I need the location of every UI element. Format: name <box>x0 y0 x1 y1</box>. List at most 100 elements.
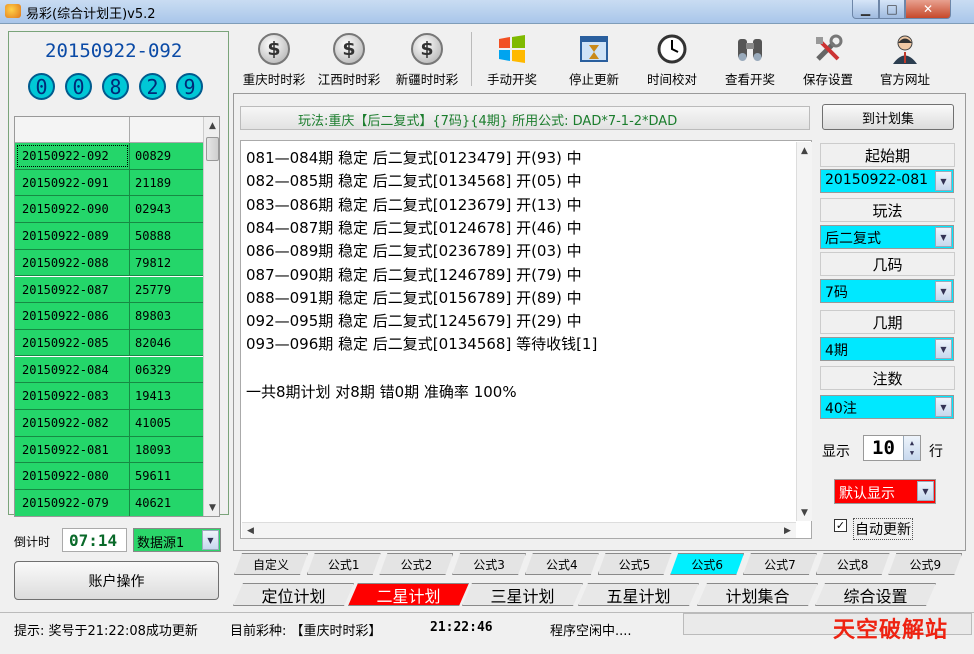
formula-tab[interactable]: 公式3 <box>452 553 526 575</box>
scroll-down-icon[interactable]: ▼ <box>797 504 812 521</box>
play-type-select[interactable]: 后二复式 ▼ <box>820 225 954 249</box>
scroll-right-icon[interactable]: ▶ <box>779 523 796 538</box>
chevron-down-icon[interactable]: ▼ <box>935 339 952 359</box>
main-tab[interactable]: 五星计划 <box>578 583 699 606</box>
formula-tab[interactable]: 公式5 <box>598 553 672 575</box>
chevron-down-icon[interactable]: ▼ <box>202 530 219 550</box>
account-button[interactable]: 账户操作 <box>14 561 219 600</box>
chevron-down-icon[interactable]: ▼ <box>935 171 952 191</box>
periods-select[interactable]: 4期 ▼ <box>820 337 954 361</box>
start-period-select[interactable]: 20150922-081 ▼ <box>820 169 954 193</box>
maximize-button[interactable]: □ <box>879 0 905 19</box>
scroll-down-icon[interactable]: ▼ <box>204 499 219 516</box>
plan-result-line: 082—085期 稳定 后二复式[0134568] 开(05) 中 <box>246 172 582 191</box>
table-row[interactable]: 20150922-082 41005 <box>15 410 203 437</box>
table-row[interactable]: 20150922-085 82046 <box>15 329 203 357</box>
table-row[interactable]: 20150922-092 00829 <box>15 143 203 170</box>
toolbar-button[interactable]: 保存设置 <box>790 30 866 88</box>
formula-tab[interactable]: 公式6 <box>670 553 744 575</box>
minimize-button[interactable]: ▁ <box>852 0 879 19</box>
toolbar-button-label: 手动开奖 <box>486 72 537 87</box>
formula-tab[interactable]: 公式1 <box>307 553 381 575</box>
play-info-bar: 玩法:重庆【后二复式】{7码}{4期} 所用公式: DAD*7-1-2*DAD <box>240 106 810 130</box>
toolbar-button[interactable]: 查看开奖 <box>712 30 788 88</box>
draw-number-ball: 8 <box>102 73 129 100</box>
formula-tab[interactable]: 公式7 <box>743 553 817 575</box>
status-hint: 提示: 奖号于21:22:08成功更新 <box>14 624 198 639</box>
formula-tab[interactable]: 公式4 <box>525 553 599 575</box>
code-cell: 18093 <box>135 442 172 457</box>
bets-select[interactable]: 40注 ▼ <box>820 395 954 419</box>
table-row[interactable]: 20150922-084 06329 <box>15 356 203 384</box>
formula-tab[interactable]: 公式2 <box>379 553 453 575</box>
scroll-up-icon[interactable]: ▲ <box>204 117 219 134</box>
code-cell: 59611 <box>135 469 172 484</box>
table-row[interactable]: 20150922-080 59611 <box>15 463 203 490</box>
scroll-thumb[interactable] <box>206 137 219 161</box>
draw-number-ball: 2 <box>139 73 166 100</box>
formula-tab[interactable]: 自定义 <box>234 553 308 575</box>
toolbar-button-label: 官方网址 <box>879 72 930 87</box>
data-source-select[interactable]: 数据源1 ▼ <box>133 528 221 552</box>
draw-number-ball: 0 <box>28 73 55 100</box>
plan-result-box[interactable]: 081—084期 稳定 后二复式[0123479] 开(93) 中 082—085… <box>240 140 812 539</box>
main-tab[interactable]: 综合设置 <box>815 583 936 606</box>
code-cell: 89803 <box>135 309 172 324</box>
table-row[interactable]: 20150922-090 02943 <box>15 196 203 223</box>
toolbar-button[interactable]: 官方网址 <box>867 30 943 88</box>
chevron-down-icon[interactable]: ▼ <box>917 481 934 501</box>
table-row[interactable]: 20150922-079 40621 <box>15 490 203 516</box>
watermark: 天空破解站 <box>833 617 949 643</box>
close-button[interactable]: ✕ <box>905 0 951 19</box>
table-row[interactable]: 20150922-083 19413 <box>15 383 203 410</box>
main-tab[interactable]: 计划集合 <box>697 583 818 606</box>
table-row[interactable]: 20150922-081 18093 <box>15 436 203 464</box>
rows-unit-label: 行 <box>929 444 943 460</box>
codes-select[interactable]: 7码 ▼ <box>820 279 954 303</box>
table-row[interactable]: 20150922-087 25779 <box>15 276 203 304</box>
formula-tab[interactable]: 公式8 <box>816 553 890 575</box>
toolbar-button[interactable]: $ 江西时时彩 <box>311 30 387 88</box>
table-row[interactable]: 20150922-091 21189 <box>15 169 203 197</box>
table-row[interactable]: 20150922-086 89803 <box>15 303 203 330</box>
spinner-arrows-icon[interactable]: ▲ ▼ <box>903 436 920 460</box>
toolbar-button[interactable]: 时间校对 <box>634 30 710 88</box>
chevron-down-icon[interactable]: ▼ <box>935 227 952 247</box>
auto-update-checkbox[interactable]: ✓ <box>834 519 847 532</box>
toolbar-button-label: 新疆时时彩 <box>395 72 459 87</box>
toolbar-button-label: 江西时时彩 <box>317 72 381 87</box>
formula-tab[interactable]: 公式9 <box>888 553 962 575</box>
display-mode-select[interactable]: 默认显示 ▼ <box>834 479 936 504</box>
main-tab[interactable]: 二星计划 <box>348 583 469 606</box>
play-type-value: 后二复式 <box>825 231 881 247</box>
toolbar-button[interactable]: $ 新疆时时彩 <box>389 30 465 88</box>
auto-update-label[interactable]: 自动更新 <box>853 518 913 540</box>
result-vertical-scrollbar[interactable]: ▲ ▼ <box>796 142 812 521</box>
scroll-up-icon[interactable]: ▲ <box>797 142 812 159</box>
codes-label: 几码 <box>820 252 955 276</box>
code-cell: 79812 <box>135 255 172 270</box>
result-horizontal-scrollbar[interactable]: ◀ ▶ <box>242 522 796 538</box>
table-row[interactable]: 20150922-089 50888 <box>15 223 203 250</box>
scroll-left-icon[interactable]: ◀ <box>242 523 259 538</box>
data-source-value: 数据源1 <box>137 536 185 551</box>
countdown-timer: 07:14 <box>62 528 127 552</box>
to-plan-set-button[interactable]: 到计划集 <box>822 104 954 130</box>
show-rows-spinner[interactable]: 10 ▲ ▼ <box>863 435 921 461</box>
chevron-down-icon[interactable]: ▼ <box>935 281 952 301</box>
draw-number-ball: 9 <box>176 73 203 100</box>
periods-value: 4期 <box>825 343 848 359</box>
main-tab[interactable]: 定位计划 <box>233 583 354 606</box>
issue-cell: 20150922-087 <box>15 276 130 303</box>
toolbar-button-label: 时间校对 <box>646 72 697 87</box>
chevron-down-icon[interactable]: ▼ <box>935 397 952 417</box>
history-scrollbar[interactable]: ▲ ▼ <box>203 117 219 516</box>
code-cell: 02943 <box>135 202 172 217</box>
bets-label: 注数 <box>820 366 955 390</box>
table-row[interactable]: 20150922-088 79812 <box>15 249 203 277</box>
main-tab[interactable]: 三星计划 <box>462 583 583 606</box>
toolbar-button[interactable]: 停止更新 <box>556 30 632 88</box>
toolbar-button[interactable]: $ 重庆时时彩 <box>236 30 312 88</box>
toolbar-button[interactable]: 手动开奖 <box>474 30 550 88</box>
current-issue: 20150922-092 <box>45 40 183 62</box>
